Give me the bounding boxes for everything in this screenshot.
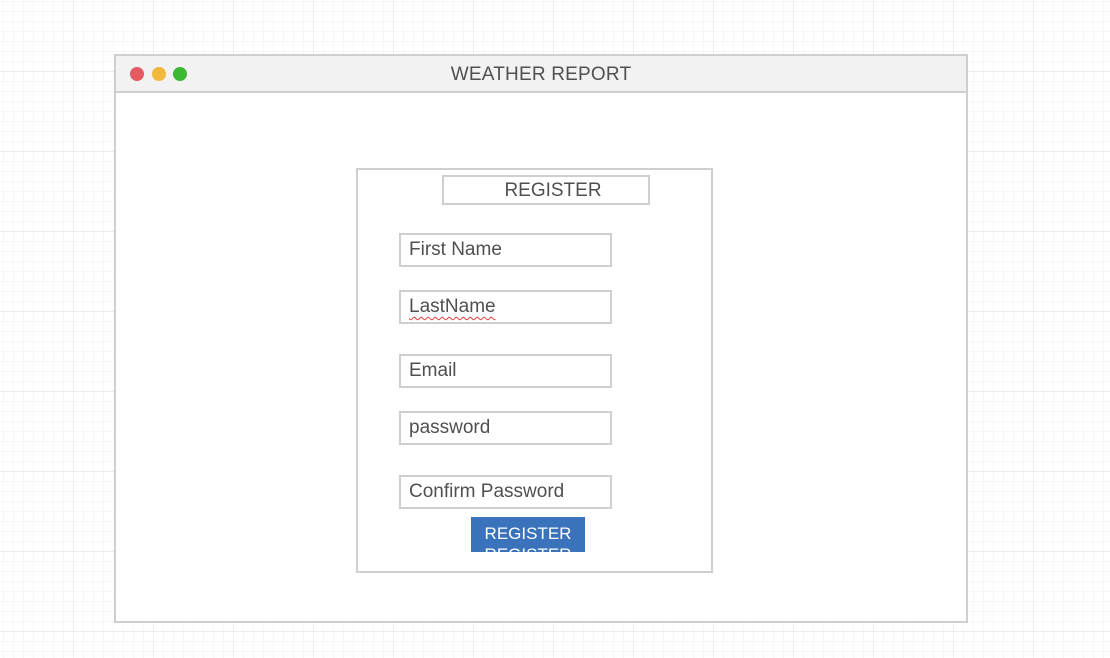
window-title: WEATHER REPORT bbox=[450, 64, 632, 85]
confirm-password-text: Confirm Password bbox=[409, 481, 565, 502]
confirm-password-input[interactable]: Confirm Password bbox=[399, 475, 612, 509]
password-text: password bbox=[409, 417, 491, 438]
email-input[interactable]: Email bbox=[399, 354, 612, 388]
first-name-text: First Name bbox=[409, 239, 502, 260]
register-form: REGISTER First Name LastName Email passw… bbox=[356, 168, 713, 573]
email-text: Email bbox=[409, 360, 457, 381]
window-titlebar: WEATHER REPORT bbox=[116, 56, 966, 93]
register-button[interactable]: REGISTER REGISTER bbox=[471, 517, 585, 552]
register-button-label: REGISTER bbox=[484, 524, 572, 543]
browser-window: WEATHER REPORT REGISTER First Name LastN… bbox=[114, 54, 968, 623]
password-input[interactable]: password bbox=[399, 411, 612, 445]
register-button-label-overflow: REGISTER bbox=[471, 544, 585, 552]
first-name-input[interactable]: First Name bbox=[399, 233, 612, 267]
last-name-input[interactable]: LastName bbox=[399, 290, 612, 324]
last-name-text: LastName bbox=[409, 296, 496, 317]
form-title: REGISTER bbox=[442, 175, 650, 205]
